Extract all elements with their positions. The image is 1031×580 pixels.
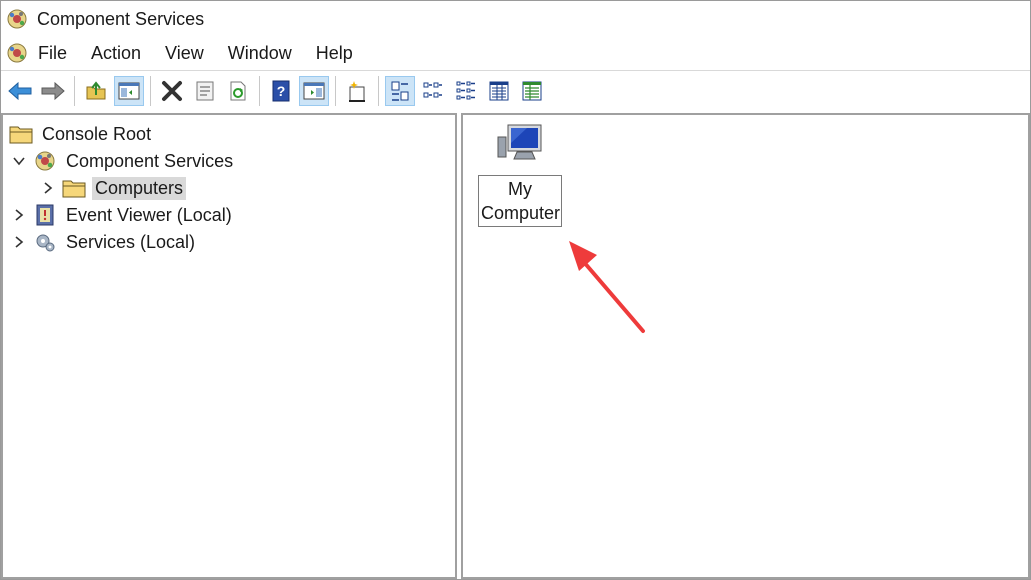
menu-action[interactable]: Action [88,43,154,64]
detail-button[interactable] [484,76,514,106]
tree-item-component-services[interactable]: Component Services [11,148,236,174]
show-hide-console-tree-button[interactable] [114,75,144,106]
component-services-icon [5,7,29,31]
menu-file[interactable]: File [35,43,80,64]
tree-item-console-root[interactable]: Console Root [9,121,154,147]
component-services-icon [33,149,57,173]
list-button[interactable] [451,76,481,106]
tree-item-label: Console Root [42,123,152,144]
list-view-icon [456,81,475,99]
toolbar-separator [335,75,336,106]
help-icon: ? [272,80,290,101]
tree-item-label: Component Services [66,150,234,171]
tree-item-label: Event Viewer (Local) [66,204,232,225]
window-title: Component Services [37,8,205,29]
back-button[interactable] [5,76,35,106]
title-bar[interactable]: Component Services [1,1,1030,37]
result-pane[interactable]: My Computer [461,113,1030,579]
chevron-right-icon[interactable] [11,207,27,223]
list-item-my-computer[interactable]: My Computer [477,121,563,227]
refresh-button[interactable] [223,76,253,106]
tree-item-label: Computers [92,176,187,200]
tree-item-event-viewer[interactable]: Event Viewer (Local) [11,202,235,228]
tree-item-services[interactable]: Services (Local) [11,229,198,255]
chevron-down-icon[interactable] [11,153,27,169]
new-window-button[interactable] [342,76,372,106]
menu-window[interactable]: Window [225,43,305,64]
list-item-label: My Computer [478,175,562,227]
properties-button[interactable] [190,76,220,106]
small-icons-view-icon [423,82,442,97]
console-tree-pane[interactable]: Console Root Component Services Computer… [1,113,457,579]
up-one-level-button[interactable] [81,76,111,106]
configure-view-icon [522,81,542,100]
event-viewer-icon [33,203,57,227]
gear-icon [33,230,57,254]
up-folder-icon [86,80,106,99]
menu-bar: File Action View Window Help [1,37,1030,69]
chevron-right-icon[interactable] [40,180,56,196]
delete-button[interactable] [157,76,187,106]
configure-view-button[interactable] [517,76,547,106]
tree-item-computers[interactable]: Computers [40,175,187,201]
show-action-pane-icon [303,82,325,99]
menu-help[interactable]: Help [313,43,366,64]
component-services-window: Component Services File Action View Wind… [0,0,1031,580]
properties-icon [196,81,214,100]
computer-icon [496,121,544,169]
toolbar-separator [74,75,75,106]
forward-arrow-icon [41,81,65,100]
delete-icon [162,80,182,101]
back-arrow-icon [8,81,32,100]
toolbar-separator [259,75,260,106]
folder-icon [62,176,86,200]
toolbar-separator [378,75,379,106]
toolbar-separator [150,75,151,106]
toolbar: ? [1,70,1030,110]
forward-button[interactable] [38,76,68,106]
show-hide-action-pane-button[interactable] [299,75,329,106]
large-icons-button[interactable] [385,75,415,106]
show-hide-tree-icon [118,82,140,99]
menu-view[interactable]: View [162,43,217,64]
annotation-arrow-icon [569,241,645,333]
large-icons-view-icon [391,81,409,101]
system-menu-icon[interactable] [5,41,29,65]
svg-text:?: ? [277,83,286,99]
new-window-icon [349,80,365,102]
small-icons-button[interactable] [418,76,448,106]
refresh-icon [230,81,246,100]
tree-item-label: Services (Local) [66,231,196,252]
detail-view-icon [489,81,509,100]
folder-icon [9,122,33,146]
help-button[interactable]: ? [266,76,296,106]
chevron-right-icon[interactable] [11,234,27,250]
